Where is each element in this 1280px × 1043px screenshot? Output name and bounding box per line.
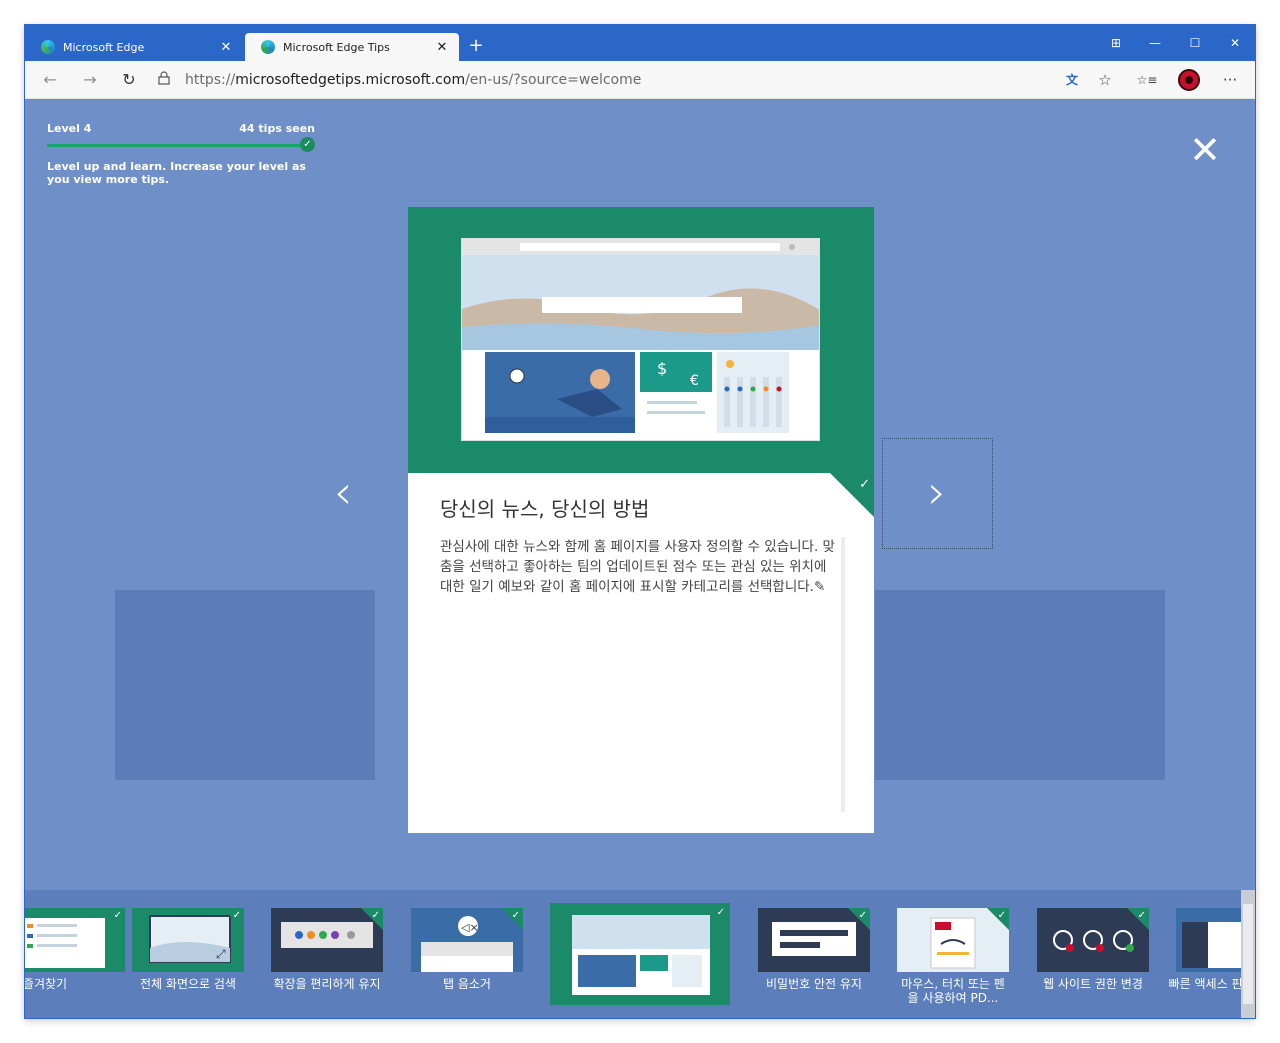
browser-window: Microsoft Edge ✕ Microsoft Edge Tips ✕ +… [25, 25, 1255, 1018]
tips-overlay: Level 4 44 tips seen ✓ Level up and lear… [25, 100, 1255, 1018]
thumbnail-label: 탭 음소거 [443, 977, 491, 991]
translate-icon[interactable]: 文 [1058, 68, 1086, 92]
tip-card: $ € ✓ 당신의 뉴스, 당신의 방법 관심사에 대한 뉴스와 함께 홈 페이… [408, 207, 874, 833]
more-menu-icon[interactable]: ··· [1216, 68, 1244, 92]
check-icon: ✓ [858, 910, 867, 921]
tab-microsoft-edge-tips[interactable]: Microsoft Edge Tips ✕ [245, 33, 459, 61]
tip-body: 관심사에 대한 뉴스와 함께 홈 페이지를 사용자 정의할 수 있습니다. 맞춤… [440, 537, 840, 597]
title-bar: Microsoft Edge ✕ Microsoft Edge Tips ✕ +… [25, 25, 1255, 61]
tips-seen-count: 44 tips seen [239, 122, 315, 135]
level-description: Level up and learn. Increase your level … [47, 160, 306, 186]
tip-illustration: $ € [461, 238, 820, 441]
maximize-button[interactable]: ☐ [1175, 31, 1215, 55]
thumbnail-fullscreen[interactable]: ⤢ ✓ [132, 908, 244, 972]
lock-icon [155, 71, 173, 89]
level-progress-bar [47, 144, 309, 147]
url-path: /en-us/?source=welcome [465, 72, 642, 88]
tab-actions-icon[interactable]: ⊞ [1096, 31, 1136, 55]
address-toolbar: ← → ↻ https://microsoftedgetips.microsof… [25, 61, 1255, 99]
carousel-scrollbar-thumb[interactable] [1243, 904, 1253, 1004]
svg-text:€: € [690, 373, 699, 389]
check-icon: ✓ [371, 910, 380, 921]
thumbnail-site-permissions[interactable]: ✓ [1037, 908, 1149, 972]
thumbnail-label: 마우스, 터치 또는 펜을 사용하여 PD... [901, 977, 1005, 1005]
favorites-icon[interactable]: ☆≡ [1133, 68, 1161, 92]
card-scrollbar[interactable] [841, 537, 845, 812]
check-icon: ✓ [300, 137, 315, 152]
edge-logo-icon [261, 40, 275, 54]
back-icon[interactable]: ← [37, 68, 63, 92]
check-icon: ✓ [859, 477, 870, 492]
next-tip-button[interactable]: › [917, 462, 957, 522]
level-label: Level 4 [47, 122, 92, 135]
check-icon: ✓ [716, 907, 725, 918]
forward-icon[interactable]: → [77, 68, 103, 92]
tab-close-icon[interactable]: ✕ [435, 40, 449, 55]
svg-text:⤢: ⤢ [215, 947, 226, 961]
tab-microsoft-edge[interactable]: Microsoft Edge ✕ [25, 33, 243, 61]
tab-title: Microsoft Edge [63, 40, 145, 54]
tab-close-icon[interactable]: ✕ [219, 40, 233, 55]
tip-title: 당신의 뉴스, 당신의 방법 [440, 497, 650, 521]
thumbnail-label: 비밀번호 안전 유지 [766, 977, 862, 991]
thumbnail-label: 확장을 편리하게 유지 [273, 977, 381, 991]
thumbnail-label: 웹 사이트 권한 변경 [1043, 977, 1143, 991]
minimize-button[interactable]: — [1135, 31, 1175, 55]
thumbnail-password[interactable]: ✓ [758, 908, 870, 972]
check-icon: ✓ [511, 910, 520, 921]
background-content [875, 590, 1165, 780]
svg-text:◁×: ◁× [461, 921, 479, 934]
tips-carousel: ✓ 즐겨찾기 ⤢ ✓ 전체 화면으로 검색 ✓ 확장을 편리하게 유지 ◁× ✓… [25, 890, 1255, 1018]
profile-avatar[interactable] [1178, 69, 1200, 91]
previous-tip-button[interactable]: ‹ [323, 462, 363, 522]
tab-title: Microsoft Edge Tips [283, 40, 390, 54]
url-scheme: https:// [185, 72, 236, 88]
check-icon: ✓ [997, 910, 1006, 921]
thumbnail-label: 즐겨찾기 [25, 977, 68, 991]
edge-logo-icon [41, 40, 55, 54]
url-domain: microsoftedgetips.microsoft.com [235, 72, 466, 88]
thumbnail-extensions[interactable]: ✓ [271, 908, 383, 972]
address-bar[interactable]: https://microsoftedgetips.microsoft.com /… [155, 66, 1055, 94]
level-progress-fill [47, 144, 309, 147]
tip-body-text: 관심사에 대한 뉴스와 함께 홈 페이지를 사용자 정의할 수 있습니다. 맞춤… [440, 539, 835, 595]
check-icon: ✓ [1137, 910, 1146, 921]
svg-text:$: $ [657, 359, 667, 378]
thumbnail-favorites[interactable]: ✓ [25, 908, 125, 972]
tip-hero: $ € [408, 207, 874, 473]
thumbnail-pdf-ink[interactable]: ✓ [897, 908, 1009, 972]
check-icon: ✓ [113, 910, 122, 921]
background-content [115, 590, 375, 780]
edit-icon[interactable]: ✎ [814, 579, 825, 595]
thumbnail-mute-tab[interactable]: ◁× ✓ [411, 908, 523, 972]
thumbnail-label: 전체 화면으로 검색 [140, 977, 236, 991]
close-overlay-button[interactable]: ✕ [1185, 130, 1225, 170]
close-window-button[interactable]: ✕ [1215, 31, 1255, 55]
check-icon: ✓ [232, 910, 241, 921]
new-tab-button[interactable]: + [465, 35, 487, 56]
thumbnail-your-news-active[interactable]: ✓ [550, 903, 730, 1005]
refresh-icon[interactable]: ↻ [116, 68, 142, 92]
add-favorite-icon[interactable]: ☆ [1091, 68, 1119, 92]
